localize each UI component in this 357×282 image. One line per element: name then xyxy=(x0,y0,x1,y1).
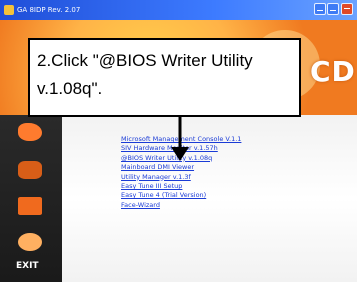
link-easy-tune-iii[interactable]: Easy Tune III Setup xyxy=(121,182,241,191)
title-bar: GA 8IDP Rev. 2.07 xyxy=(0,0,357,20)
callout-text: 2.Click "@BIOS Writer Utility v.1.08q". xyxy=(37,51,253,98)
sidebar: EXIT xyxy=(0,115,62,282)
link-easy-tune-4[interactable]: Easy Tune 4 (Trial Version) xyxy=(121,191,241,200)
link-dmi-viewer[interactable]: Mainboard DMI Viewer xyxy=(121,163,241,172)
arrow-down-icon xyxy=(171,117,189,161)
brand-text: CD xyxy=(310,55,356,88)
cd-icon xyxy=(18,233,42,251)
sidebar-item-tools[interactable] xyxy=(0,195,62,229)
link-face-wizard[interactable]: Face-Wizard xyxy=(121,201,241,210)
installer-window: GA 8IDP Rev. 2.07 CD EXIT Microsoft Mana… xyxy=(0,0,357,282)
minimize-button[interactable] xyxy=(314,3,326,15)
tools-icon xyxy=(18,197,42,215)
sidebar-item-drivers[interactable] xyxy=(0,159,62,191)
sidebar-item-cd-browse[interactable] xyxy=(0,233,62,263)
content-panel: Microsoft Management Console V.1.1 SIV H… xyxy=(62,115,357,282)
install-icon xyxy=(18,123,42,141)
link-utility-manager[interactable]: Utility Manager v.1.3f xyxy=(121,173,241,182)
maximize-button[interactable] xyxy=(327,3,339,15)
exit-button[interactable]: EXIT xyxy=(16,261,39,271)
app-icon xyxy=(4,5,14,15)
window-title: GA 8IDP Rev. 2.07 xyxy=(17,6,81,14)
instruction-callout: 2.Click "@BIOS Writer Utility v.1.08q". xyxy=(28,38,301,117)
sidebar-item-install[interactable] xyxy=(0,123,62,155)
drivers-icon xyxy=(18,161,42,179)
close-button[interactable] xyxy=(341,3,353,15)
